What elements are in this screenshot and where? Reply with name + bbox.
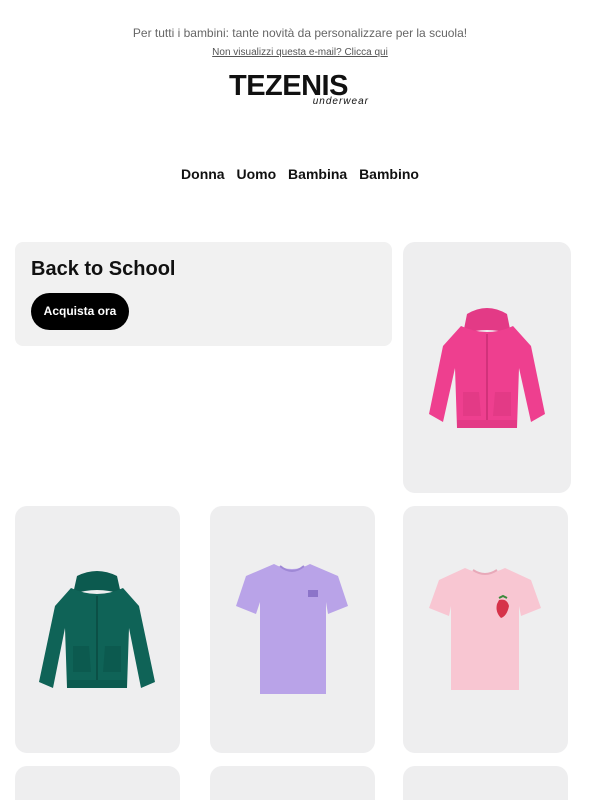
nav-item-uomo[interactable]: Uomo [236,166,276,182]
category-nav: Donna Uomo Bambina Bambino [0,166,600,182]
logo-tagline: underwear [312,96,369,107]
view-in-browser-link[interactable]: Non visualizzi questa e-mail? Clicca qui [0,47,600,58]
shop-now-button[interactable]: Acquista ora [31,293,129,330]
product-card-green-hoodie[interactable] [15,506,180,753]
product-card-partial-2[interactable] [210,766,375,800]
pink-hoodie-image [429,308,545,428]
tezenis-logo[interactable]: TEZENIS underwear [229,70,371,110]
product-card-pink-hoodie[interactable] [403,242,571,493]
green-hoodie-image [39,571,155,688]
nav-item-donna[interactable]: Donna [181,166,225,182]
lilac-tshirt-image [236,564,348,694]
preheader-text: Per tutti i bambini: tante novità da per… [132,26,468,40]
strawberry-tshirt-image [429,568,541,690]
nav-item-bambina[interactable]: Bambina [288,166,347,182]
product-card-partial-3[interactable] [403,766,568,800]
nav-item-bambino[interactable]: Bambino [359,166,419,182]
hero-title: Back to School [31,258,176,280]
email-page: Per tutti i bambini: tante novità da per… [0,0,600,800]
product-card-lilac-tshirt[interactable] [210,506,375,753]
product-card-partial-1[interactable] [15,766,180,800]
product-card-strawberry-tshirt[interactable] [403,506,568,753]
